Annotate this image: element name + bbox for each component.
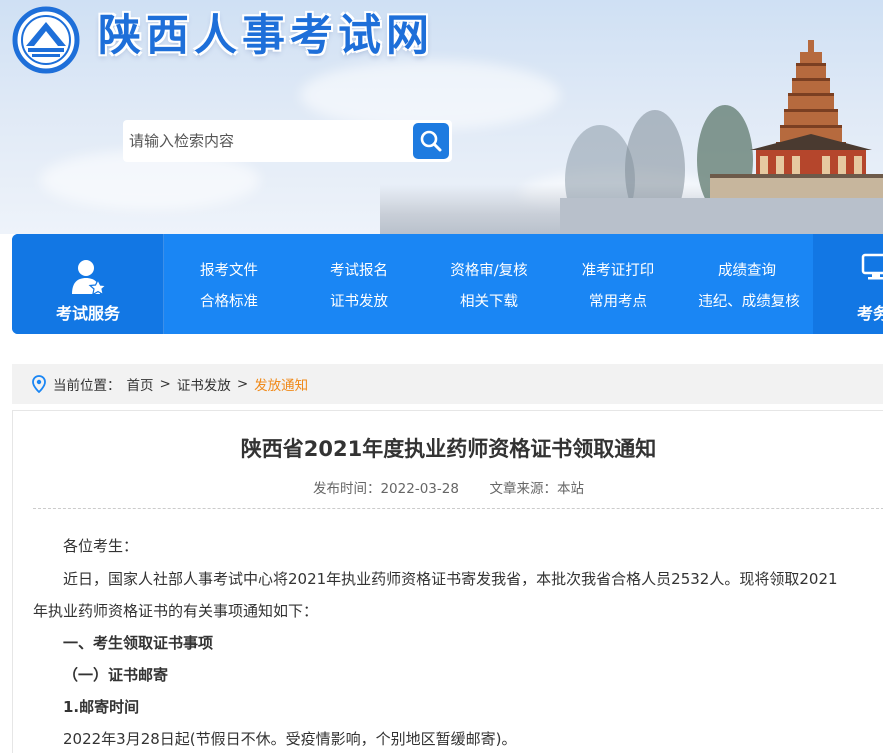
header-banner: 陕西人事考试网 — [0, 0, 883, 234]
breadcrumb: 当前位置： 首页 > 证书发放 > 发放通知 — [12, 364, 883, 404]
nav-link-qualification-review[interactable]: 资格审/复核 — [434, 259, 544, 280]
nav-link-exam-sites[interactable]: 常用考点 — [573, 290, 663, 311]
breadcrumb-home[interactable]: 首页 — [127, 374, 154, 394]
breadcrumb-separator: > — [159, 376, 171, 392]
nav-link-downloads[interactable]: 相关下载 — [444, 290, 534, 311]
pagoda-illustration — [560, 40, 883, 234]
shaanxi-emblem-icon — [12, 6, 80, 74]
breadcrumb-current[interactable]: 发放通知 — [254, 374, 308, 394]
nav-link-exam-documents[interactable]: 报考文件 — [184, 259, 274, 280]
breadcrumb-prefix: 当前位置： — [53, 378, 121, 394]
nav-exam-service-label: 考试服务 — [55, 304, 120, 323]
nav-link-violation-score-review[interactable]: 违纪、成绩复核 — [687, 290, 811, 311]
paragraph-intro: 近日，国家人社部人事考试中心将2021年执业药师资格证书寄发我省，本批次我省合格… — [63, 570, 838, 588]
nav-exam-affairs[interactable]: 考务 — [813, 234, 883, 334]
nav-link-pass-standard[interactable]: 合格标准 — [184, 290, 274, 311]
source-label: 文章来源： — [489, 481, 558, 497]
search-input[interactable] — [123, 120, 408, 162]
publish-label: 发布时间： — [312, 481, 381, 497]
nav-link-exam-registration[interactable]: 考试报名 — [314, 259, 404, 280]
search-box — [123, 120, 452, 162]
breadcrumb-separator: > — [236, 376, 249, 392]
subsection-heading-1: （一）证书邮寄 — [63, 666, 169, 684]
breadcrumb-certificate-issuance[interactable]: 证书发放 — [177, 374, 231, 394]
item-heading-1: 1.邮寄时间 — [63, 698, 140, 716]
nav-link-admission-ticket[interactable]: 准考证打印 — [568, 259, 668, 280]
publish-date: 2022-03-28 — [380, 481, 459, 497]
nav-exam-affairs-label: 考务 — [857, 304, 883, 323]
nav-exam-service[interactable]: 考试服务 — [12, 234, 164, 334]
paragraph-mail-time: 2022年3月28日起(节假日不休。受疫情影响，个别地区暂缓邮寄)。 — [63, 730, 517, 748]
search-button[interactable] — [413, 123, 449, 159]
site-title[interactable]: 陕西人事考试网 — [98, 10, 434, 62]
monitor-icon — [861, 253, 883, 280]
source-value: 本站 — [557, 481, 585, 497]
section-heading-1: 一、考生领取证书事项 — [63, 634, 214, 652]
location-pin-icon — [32, 375, 46, 393]
article: 陕西省2021年度执业药师资格证书领取通知 发布时间：2022-03-28 文章… — [12, 410, 883, 753]
article-meta: 发布时间：2022-03-28 文章来源：本站 — [13, 477, 883, 497]
main-nav: 考试服务 报考文件 考试报名 资格审/复核 准考证打印 成绩查询 合格标准 证书… — [12, 234, 883, 334]
article-divider — [33, 508, 883, 509]
nav-link-certificate-issuance[interactable]: 证书发放 — [314, 290, 404, 311]
paragraph-intro-continued: 年执业药师资格证书的有关事项通知如下： — [33, 602, 319, 620]
paragraph-greeting: 各位考生： — [63, 537, 139, 555]
article-title: 陕西省2021年度执业药师资格证书领取通知 — [240, 437, 657, 461]
nav-link-score-query[interactable]: 成绩查询 — [702, 259, 792, 280]
user-service-icon — [72, 260, 108, 296]
search-icon — [420, 130, 442, 152]
